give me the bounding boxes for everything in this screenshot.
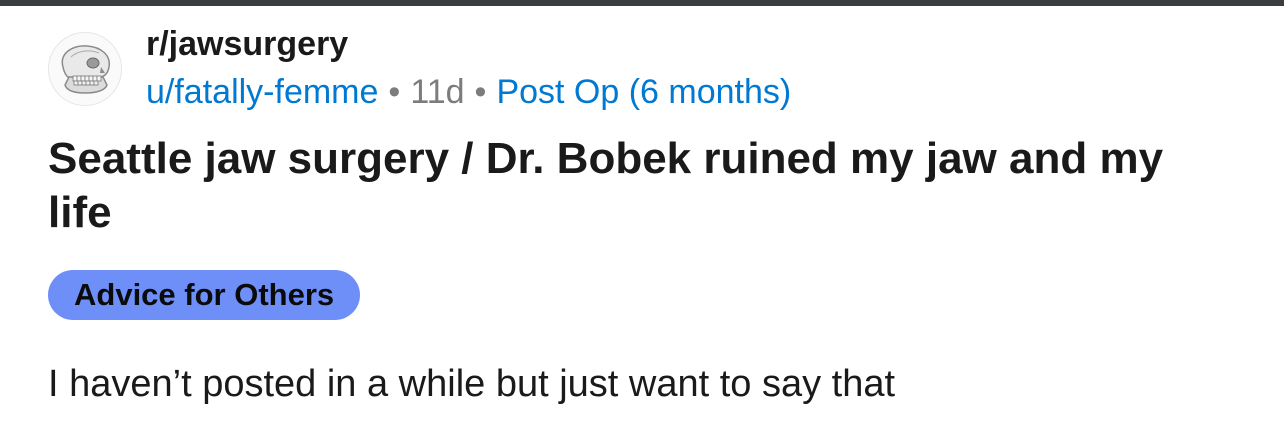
post-title[interactable]: Seattle jaw surgery / Dr. Bobek ruined m… bbox=[48, 132, 1238, 240]
meta-separator-dot: • bbox=[388, 73, 401, 111]
top-status-strip bbox=[0, 0, 1284, 6]
post-flair-tag[interactable]: Advice for Others bbox=[48, 270, 361, 320]
post-header: r/jawsurgery u/fatally-femme • 11d • Post Op… bbox=[48, 24, 1248, 114]
author-username[interactable]: u/fatally-femme bbox=[146, 73, 378, 111]
subreddit-name[interactable]: r/jawsurgery bbox=[146, 24, 348, 64]
post-meta: u/fatally-femme • 11d • Post Op (6 months) bbox=[146, 72, 791, 112]
skull-jaw-icon bbox=[61, 45, 110, 94]
post-age: 11d bbox=[410, 73, 465, 111]
user-flair[interactable]: Post Op (6 months) bbox=[496, 73, 791, 111]
meta-separator-dot: • bbox=[474, 73, 487, 111]
subreddit-avatar[interactable] bbox=[48, 32, 122, 106]
post-body-text: I haven’t posted in a while but just wan… bbox=[48, 363, 896, 405]
